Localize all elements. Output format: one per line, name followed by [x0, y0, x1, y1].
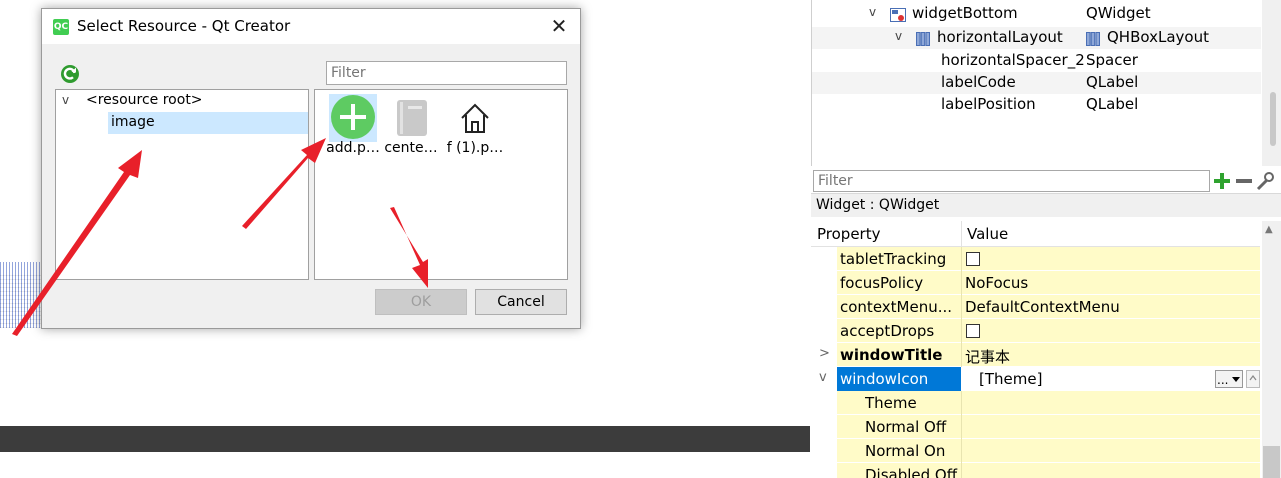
file-label: cente… — [384, 140, 438, 156]
property-name: focusPolicy — [840, 274, 924, 292]
property-row-focuspolicy[interactable]: focusPolicy NoFocus — [811, 271, 1260, 295]
resource-file-list[interactable]: add.p… cente… f (1).p… — [314, 89, 568, 280]
object-class: QLabel — [1086, 95, 1139, 113]
property-name: Normal On — [865, 442, 946, 460]
hbox-layout-icon — [1086, 32, 1100, 46]
property-name: acceptDrops — [840, 322, 935, 340]
remove-property-icon — [1236, 179, 1252, 183]
property-name: Disabled Off — [865, 466, 958, 478]
hbox-layout-icon — [916, 32, 930, 46]
column-divider — [961, 295, 962, 319]
object-name: widgetBottom — [912, 4, 1018, 22]
object-name: labelPosition — [941, 95, 1036, 113]
object-row[interactable]: labelPosition QLabel — [812, 94, 1261, 116]
property-value[interactable]: 记事本 — [965, 346, 1010, 367]
close-icon[interactable]: ✕ — [548, 15, 570, 37]
property-tools — [1214, 172, 1274, 191]
scrollbar-thumb[interactable] — [1270, 92, 1276, 146]
ok-button[interactable]: OK — [375, 289, 467, 315]
object-name: labelCode — [941, 73, 1016, 91]
column-divider[interactable] — [961, 221, 962, 247]
property-filter-input[interactable] — [813, 170, 1210, 192]
property-row-contextmenu[interactable]: contextMenu... DefaultContextMenu — [811, 295, 1260, 319]
object-row[interactable]: v widgetBottom QWidget — [812, 3, 1261, 25]
property-name: tabletTracking — [840, 250, 947, 268]
chevron-down-icon[interactable]: v — [819, 370, 827, 385]
property-name: Normal Off — [865, 418, 947, 436]
document-icon — [397, 100, 427, 136]
property-row-normal-off[interactable]: Normal Off — [811, 415, 1260, 439]
scroll-up-icon[interactable]: ▲ — [1265, 224, 1273, 235]
property-name: Theme — [865, 394, 917, 412]
resource-tree[interactable]: v <resource root> image — [55, 89, 309, 280]
property-row-tablettracking[interactable]: tabletTracking — [811, 247, 1260, 271]
property-editor-scrollbar[interactable] — [1262, 221, 1281, 478]
status-band — [0, 426, 810, 452]
widget-class-bar: Widget : QWidget — [811, 193, 1281, 217]
column-divider — [961, 247, 962, 271]
chevron-down-icon[interactable]: v — [62, 93, 69, 107]
column-header-value[interactable]: Value — [967, 225, 1008, 243]
home-icon — [461, 103, 489, 133]
dialog-title: Select Resource - Qt Creator — [77, 17, 291, 35]
property-row-acceptdrops[interactable]: acceptDrops — [811, 319, 1260, 343]
scrollbar-thumb[interactable] — [1263, 446, 1280, 478]
object-class: QLabel — [1086, 73, 1139, 91]
property-value[interactable]: NoFocus — [965, 274, 1028, 292]
form-widget-stripes — [0, 262, 44, 328]
object-name: horizontalSpacer_2 — [941, 51, 1085, 69]
property-value[interactable]: [Theme] — [979, 370, 1042, 388]
object-row[interactable]: v horizontalLayout QHBoxLayout — [812, 27, 1261, 49]
property-row-theme[interactable]: Theme — [811, 391, 1260, 415]
tree-item-resource-root[interactable]: <resource root> — [86, 92, 203, 108]
column-divider — [961, 343, 962, 367]
object-inspector: v widgetBottom QWidget v horizontalLayou… — [811, 0, 1281, 166]
browse-dots-label: ... — [1217, 373, 1228, 387]
add-circle-icon — [331, 95, 375, 139]
object-name: horizontalLayout — [937, 28, 1063, 46]
property-row-windowtitle[interactable]: > windowTitle 记事本 — [811, 343, 1260, 367]
object-class: QHBoxLayout — [1107, 28, 1209, 46]
tree-item-image[interactable]: image — [108, 112, 308, 134]
file-item-add[interactable]: add.p… — [321, 94, 385, 160]
tree-item-label: image — [111, 114, 155, 130]
cancel-button[interactable]: Cancel — [475, 289, 567, 315]
file-item-home[interactable]: f (1).p… — [443, 94, 507, 160]
widget-class-label: Widget : QWidget — [816, 197, 940, 213]
chevron-down-icon[interactable]: v — [895, 29, 902, 43]
property-name: windowIcon — [840, 370, 929, 388]
file-item-center[interactable]: cente… — [379, 94, 443, 160]
resource-filter-input[interactable] — [326, 61, 567, 85]
column-divider — [961, 319, 962, 343]
object-row[interactable]: labelCode QLabel — [812, 72, 1261, 94]
icon-chooser-controls[interactable]: ... — [1215, 369, 1260, 389]
property-row-disabled-off[interactable]: Disabled Off — [811, 463, 1260, 478]
qt-creator-logo-icon: QC — [53, 19, 69, 35]
select-resource-dialog: QC Select Resource - Qt Creator ✕ v <res… — [41, 8, 581, 329]
object-class: QWidget — [1086, 4, 1151, 22]
property-table-header: Property Value — [811, 221, 1260, 247]
widget-icon — [890, 8, 906, 22]
property-name: contextMenu... — [840, 298, 953, 316]
chevron-right-icon[interactable]: > — [819, 346, 830, 361]
object-row[interactable]: horizontalSpacer_2 Spacer — [812, 50, 1261, 72]
property-value[interactable]: DefaultContextMenu — [965, 298, 1120, 316]
wrench-icon — [1256, 172, 1274, 191]
property-row-windowicon[interactable]: v windowIcon [Theme] ... — [811, 367, 1260, 391]
add-property-icon — [1214, 173, 1230, 189]
object-class: Spacer — [1086, 51, 1138, 69]
tablettracking-checkbox[interactable] — [966, 252, 980, 266]
property-name: windowTitle — [840, 346, 943, 364]
file-label: add.p… — [326, 140, 380, 156]
acceptdrops-checkbox[interactable] — [966, 324, 980, 338]
reload-icon[interactable] — [60, 64, 80, 84]
column-header-property[interactable]: Property — [817, 225, 880, 243]
column-divider — [961, 271, 962, 295]
property-row-normal-on[interactable]: Normal On — [811, 439, 1260, 463]
chevron-down-icon[interactable]: v — [869, 5, 876, 19]
dialog-titlebar[interactable]: QC Select Resource - Qt Creator ✕ — [42, 9, 580, 44]
file-label: f (1).p… — [446, 140, 504, 156]
